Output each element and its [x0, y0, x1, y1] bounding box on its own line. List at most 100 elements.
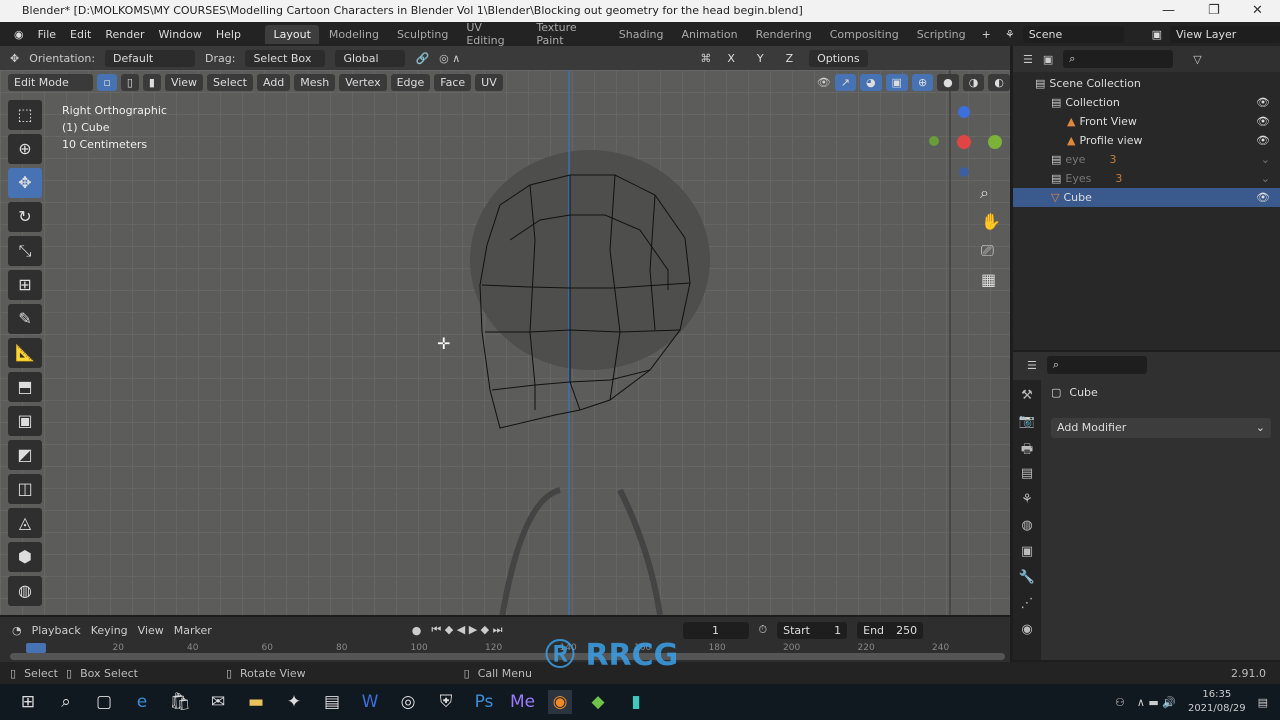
editor-type-icon[interactable]: ◔	[12, 624, 22, 637]
poly-build-tool-icon[interactable]: ⬢	[8, 542, 42, 572]
menu-edge[interactable]: Edge	[390, 73, 431, 91]
proportional-icon[interactable]: ◎ ∧	[439, 52, 460, 65]
visibility-eye-icon[interactable]: ⌄	[1261, 172, 1270, 185]
gizmo-toggle-icon[interactable]: ↗	[834, 73, 856, 91]
outliner-search-input[interactable]: ⌕	[1063, 50, 1174, 68]
file-explorer-icon[interactable]: ▬	[244, 690, 268, 714]
options-dropdown[interactable]: Options	[809, 49, 868, 67]
record-icon[interactable]: ●	[412, 624, 422, 637]
transform-tool-icon[interactable]: ⊞	[8, 270, 42, 300]
tab-layout[interactable]: Layout	[265, 24, 319, 44]
gizmo-x-axis[interactable]	[957, 135, 971, 149]
mirror-x[interactable]: X	[721, 49, 741, 67]
minimize-button[interactable]: —	[1162, 0, 1175, 22]
word-icon[interactable]: W	[358, 690, 382, 714]
current-frame-field[interactable]: 1	[682, 621, 749, 639]
visibility-eye-icon[interactable]: 👁	[1256, 134, 1270, 147]
inset-tool-icon[interactable]: ▣	[8, 406, 42, 436]
scene-field[interactable]: Scene	[1022, 25, 1124, 43]
tab-compositing[interactable]: Compositing	[822, 25, 907, 44]
overlay-toggle-icon[interactable]: ◕	[859, 73, 882, 91]
extrude-tool-icon[interactable]: ⬒	[8, 372, 42, 402]
annotate-tool-icon[interactable]: ✎	[8, 304, 42, 334]
playhead[interactable]	[26, 643, 46, 653]
output-tab-icon[interactable]: 🖶	[1021, 440, 1033, 460]
outliner-item[interactable]: ▲ Front View 👁	[1013, 112, 1280, 131]
add-workspace-button[interactable]: +	[976, 28, 997, 41]
gizmo-z-axis[interactable]	[958, 106, 970, 118]
measure-tool-icon[interactable]: 📐	[8, 338, 42, 368]
mirror-icon[interactable]: ⌘	[700, 52, 711, 65]
editor-type-icon[interactable]: ☰	[1027, 359, 1037, 372]
render-tab-icon[interactable]: 📷	[1019, 414, 1035, 434]
task-view-icon[interactable]: ▢	[92, 690, 116, 714]
start-icon[interactable]: ⊞	[16, 690, 40, 714]
menu-vertex[interactable]: Vertex	[339, 73, 387, 91]
end-frame-field[interactable]: End 250	[857, 621, 924, 639]
visibility-eye-icon[interactable]: ⌄	[1261, 153, 1270, 166]
edge-icon[interactable]: e	[130, 690, 154, 714]
blender-logo-icon[interactable]: ◉	[8, 28, 30, 41]
vertex-select-icon[interactable]: ▫	[97, 73, 117, 91]
scene-icon[interactable]: ⚘	[999, 28, 1021, 41]
outliner-item[interactable]: ▤ Collection 👁	[1013, 93, 1280, 112]
cursor-tool-icon[interactable]: ⊕	[8, 134, 42, 164]
outliner-item[interactable]: ▤ Scene Collection	[1013, 74, 1280, 93]
display-mode-icon[interactable]: ☰	[1023, 53, 1033, 66]
view-layer-field[interactable]: View Layer	[1170, 25, 1280, 43]
maximize-button[interactable]: ❐	[1208, 0, 1220, 22]
playback-controls[interactable]: ⏮ ◆ ◀ ▶ ◆ ⏭	[431, 623, 502, 637]
app-icon-4[interactable]: ◆	[586, 690, 610, 714]
visibility-eye-icon[interactable]: 👁	[1256, 115, 1270, 128]
snap-icon[interactable]: 🔗	[415, 52, 429, 65]
tab-rendering[interactable]: Rendering	[748, 25, 820, 44]
menu-view[interactable]: View	[164, 73, 204, 91]
add-modifier-dropdown[interactable]: Add Modifier ⌄	[1051, 418, 1271, 438]
menu-add[interactable]: Add	[256, 73, 291, 91]
particles-tab-icon[interactable]: ⋰	[1021, 596, 1034, 616]
xray-toggle-icon[interactable]: ▣	[885, 73, 908, 91]
modifier-tab-icon[interactable]: 🔧	[1019, 570, 1035, 590]
outliner-item[interactable]: ▲ Profile view 👁	[1013, 131, 1280, 150]
outliner-item[interactable]: ▽ Cube 👁	[1013, 188, 1280, 207]
bevel-tool-icon[interactable]: ◩	[8, 440, 42, 470]
properties-search-input[interactable]: ⌕	[1046, 356, 1147, 374]
knife-tool-icon[interactable]: ◬	[8, 508, 42, 538]
search-icon[interactable]: ⌕	[54, 690, 78, 714]
face-select-icon[interactable]: ▮	[142, 73, 161, 91]
world-tab-icon[interactable]: ◍	[1021, 518, 1032, 538]
menu-window[interactable]: Window	[153, 28, 208, 41]
menu-timeline-view[interactable]: View	[138, 624, 164, 637]
transform-pivot-icon[interactable]: ✥	[10, 52, 19, 65]
view-layer-icon[interactable]: ▣	[1146, 28, 1168, 41]
notification-icon[interactable]: ▤	[1258, 696, 1268, 709]
select-tool-icon[interactable]: ⬚	[8, 100, 42, 130]
mode-dropdown[interactable]: Edit Mode	[8, 73, 94, 91]
mail-icon[interactable]: ✉	[206, 690, 230, 714]
menu-marker[interactable]: Marker	[174, 624, 212, 637]
people-icon[interactable]: ⚇	[1115, 696, 1125, 709]
menu-select[interactable]: Select	[207, 73, 253, 91]
scene-tab-icon[interactable]: ⚘	[1021, 492, 1033, 512]
tab-modeling[interactable]: Modeling	[321, 25, 387, 44]
close-button[interactable]: ✕	[1252, 0, 1263, 22]
clock[interactable]: 16:35 2021/08/29	[1188, 688, 1246, 716]
mirror-z[interactable]: Z	[779, 49, 800, 67]
gizmo-neg-z[interactable]	[959, 167, 969, 177]
menu-mesh[interactable]: Mesh	[294, 73, 336, 91]
outliner-item[interactable]: ▤ Eyes 3 ⌄	[1013, 169, 1280, 188]
visibility-eye-icon[interactable]: 👁	[1256, 191, 1270, 204]
object-tab-icon[interactable]: ▣	[1021, 544, 1033, 564]
move-tool-icon[interactable]: ✥	[8, 168, 42, 198]
app-icon-5[interactable]: ▮	[624, 690, 648, 714]
spin-tool-icon[interactable]: ◍	[8, 576, 42, 606]
tool-tab-icon[interactable]: ⚒	[1021, 388, 1033, 408]
start-frame-field[interactable]: Start 1	[777, 621, 848, 639]
outliner-item[interactable]: ▤ eye 3 ⌄	[1013, 150, 1280, 169]
menu-help[interactable]: Help	[210, 28, 247, 41]
transform-orientation-dropdown[interactable]: Global	[335, 49, 406, 67]
menu-keying[interactable]: Keying	[91, 624, 128, 637]
media-encoder-icon[interactable]: Me	[510, 690, 535, 714]
tab-scripting[interactable]: Scripting	[909, 25, 974, 44]
loop-cut-tool-icon[interactable]: ◫	[8, 474, 42, 504]
